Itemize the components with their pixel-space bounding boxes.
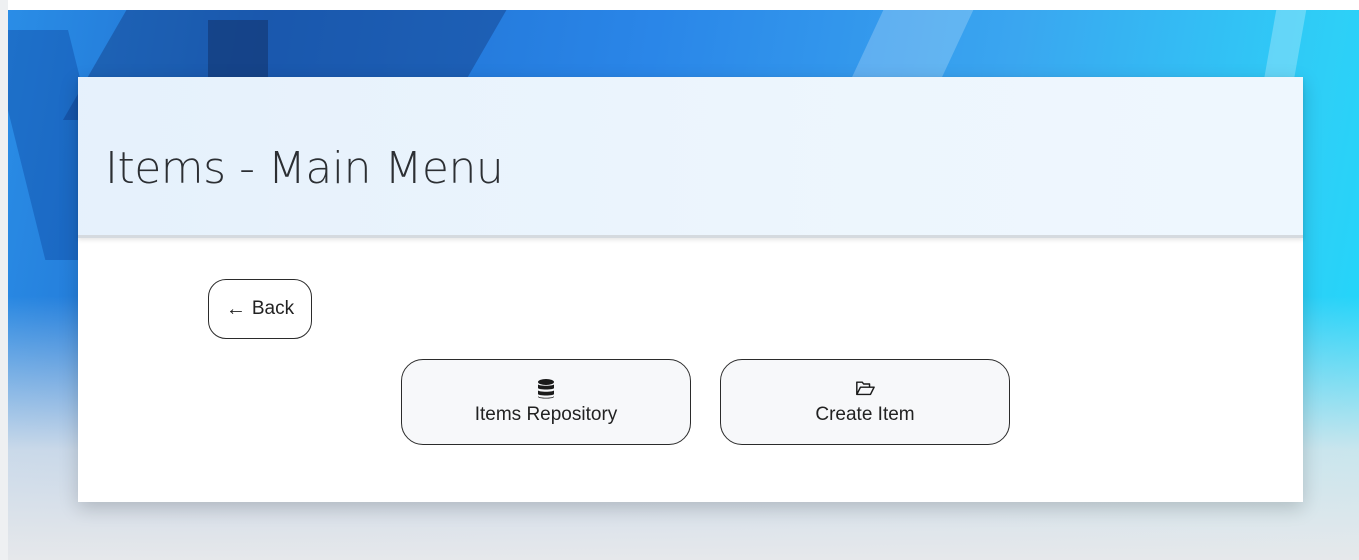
folder-open-icon <box>856 381 875 396</box>
left-strip <box>0 0 8 560</box>
top-strip <box>0 0 1359 10</box>
arrow-left-icon: ← <box>225 298 246 320</box>
items-repository-label: Items Repository <box>474 404 618 425</box>
back-button-label: Back <box>251 298 295 319</box>
page-title: Items - Main Menu <box>105 143 504 194</box>
main-menu-card: Items - Main Menu ← Back Items Repositor… <box>78 77 1303 502</box>
create-item-button[interactable]: Create Item <box>720 359 1010 445</box>
back-button[interactable]: ← Back <box>208 279 312 339</box>
card-header: Items - Main Menu <box>78 77 1303 238</box>
create-item-label: Create Item <box>815 404 915 425</box>
items-repository-button[interactable]: Items Repository <box>401 359 691 445</box>
database-icon <box>538 379 554 399</box>
